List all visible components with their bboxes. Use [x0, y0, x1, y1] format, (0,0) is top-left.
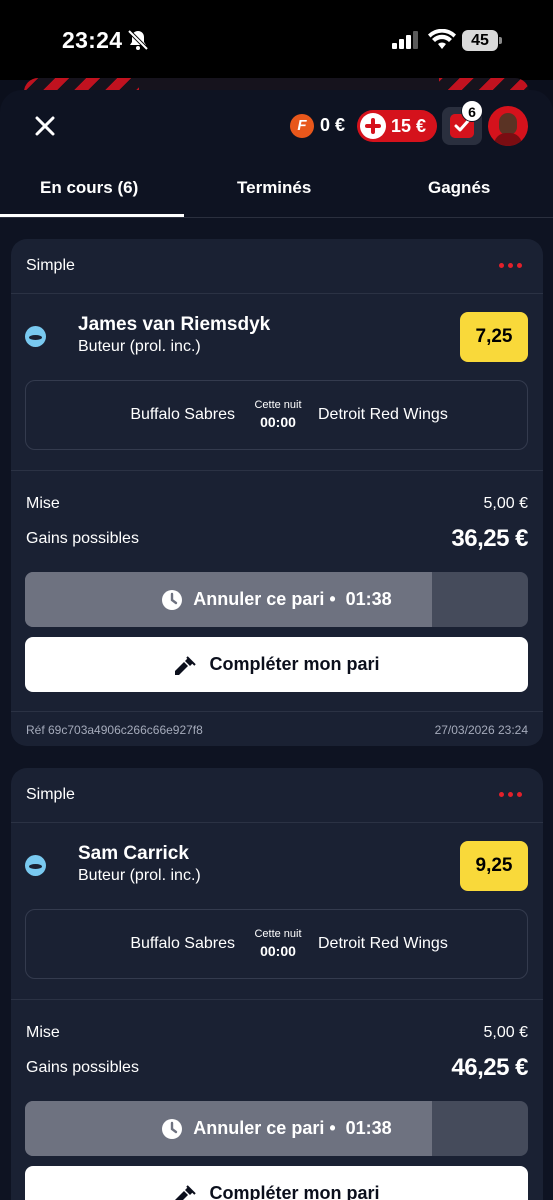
signal-icon — [392, 31, 418, 49]
top-bar: F 0 € 15 € 6 — [0, 90, 553, 160]
tab-gagnes[interactable]: Gagnés — [428, 178, 490, 198]
complete-bet-button[interactable]: Compléter mon pari — [25, 637, 528, 692]
match-day: Cette nuit — [254, 399, 302, 411]
bonus-button[interactable]: 15 € — [357, 110, 437, 142]
player-name: James van Riemsdyk — [78, 314, 271, 335]
stake-label: Mise — [26, 1024, 60, 1041]
away-team: Detroit Red Wings — [318, 935, 448, 952]
home-team: Buffalo Sabres — [130, 406, 235, 423]
home-team: Buffalo Sabres — [130, 935, 235, 952]
avatar[interactable] — [488, 106, 528, 146]
hockey-puck-icon — [25, 855, 46, 876]
betslip-count-badge: 6 — [461, 100, 483, 122]
match-time: 00:00 — [260, 943, 296, 959]
gains-label: Gains possibles — [26, 530, 139, 547]
bet-card: Simple Sam Carrick Buteur (prol. inc.) 9… — [11, 768, 543, 1200]
my-bets-sheet: F 0 € 15 € 6 En cours (6) Terminés Gagné… — [0, 90, 553, 1200]
player-name: Sam Carrick — [78, 843, 189, 864]
plus-icon — [360, 113, 386, 139]
match-info[interactable]: Buffalo Sabres Cette nuit 00:00 Detroit … — [25, 380, 528, 450]
more-options-icon[interactable] — [499, 792, 523, 798]
divider — [11, 999, 543, 1000]
bet-reference: Réf 69c703a4906c266c66e927f8 — [26, 723, 203, 737]
divider — [11, 470, 543, 471]
bet-type: Simple — [26, 786, 75, 803]
tab-termines[interactable]: Terminés — [237, 178, 311, 198]
gains-label: Gains possibles — [26, 1059, 139, 1076]
match-info[interactable]: Buffalo Sabres Cette nuit 00:00 Detroit … — [25, 909, 528, 979]
match-time: 00:00 — [260, 414, 296, 430]
away-team: Detroit Red Wings — [318, 406, 448, 423]
cancel-bet-label: Annuler ce pari • — [193, 589, 336, 609]
ticket-pen-icon — [175, 655, 197, 675]
tabs: En cours (6) Terminés Gagnés — [0, 168, 553, 218]
bet-date: 27/03/2026 23:24 — [434, 723, 528, 737]
avatar-face — [499, 113, 517, 135]
battery-icon: 45 — [462, 30, 502, 51]
odds-badge: 9,25 — [460, 841, 528, 891]
cancel-bet-content: Annuler ce pari • 01:38 — [25, 1101, 528, 1156]
status-time: 23:24 — [62, 27, 123, 53]
complete-bet-label: Compléter mon pari — [209, 654, 380, 674]
wifi-icon — [428, 29, 456, 49]
match-day: Cette nuit — [254, 928, 302, 940]
clock-icon — [162, 1118, 183, 1139]
gains-value: 46,25 € — [451, 1054, 528, 1081]
cancel-timer: 01:38 — [345, 1118, 392, 1138]
status-bar: 23:24 45 — [0, 0, 553, 80]
avatar-body — [494, 133, 522, 146]
ticket-pen-icon — [175, 1184, 197, 1200]
cancel-timer: 01:38 — [345, 589, 392, 609]
complete-bet-button[interactable]: Compléter mon pari — [25, 1166, 528, 1200]
complete-bet-label: Compléter mon pari — [209, 1183, 380, 1200]
divider — [11, 293, 543, 294]
cancel-bet-label: Annuler ce pari • — [193, 1118, 336, 1138]
gains-value: 36,25 € — [451, 525, 528, 552]
divider — [11, 711, 543, 712]
bonus-amount: 15 € — [391, 116, 427, 136]
hockey-puck-icon — [25, 326, 46, 347]
close-icon[interactable] — [34, 115, 56, 137]
stake-value: 5,00 € — [483, 495, 528, 512]
cancel-bet-button[interactable]: Annuler ce pari • 01:38 — [25, 572, 528, 627]
stake-label: Mise — [26, 495, 60, 512]
freebet-amount[interactable]: 0 € — [320, 115, 345, 136]
market-label: Buteur (prol. inc.) — [78, 338, 201, 355]
bet-type: Simple — [26, 257, 75, 274]
cancel-bet-button[interactable]: Annuler ce pari • 01:38 — [25, 1101, 528, 1156]
tab-en-cours[interactable]: En cours (6) — [40, 178, 138, 198]
battery-tip — [499, 37, 502, 44]
battery-level: 45 — [462, 30, 498, 51]
bet-card: Simple James van Riemsdyk Buteur (prol. … — [11, 239, 543, 746]
bell-slash-icon — [127, 29, 149, 51]
cancel-bet-content: Annuler ce pari • 01:38 — [25, 572, 528, 627]
divider — [11, 822, 543, 823]
odds-badge: 7,25 — [460, 312, 528, 362]
stake-value: 5,00 € — [483, 1024, 528, 1041]
clock-icon — [162, 589, 183, 610]
market-label: Buteur (prol. inc.) — [78, 867, 201, 884]
freebet-coin-icon: F — [290, 114, 314, 138]
active-tab-indicator — [0, 214, 184, 217]
more-options-icon[interactable] — [499, 263, 523, 269]
